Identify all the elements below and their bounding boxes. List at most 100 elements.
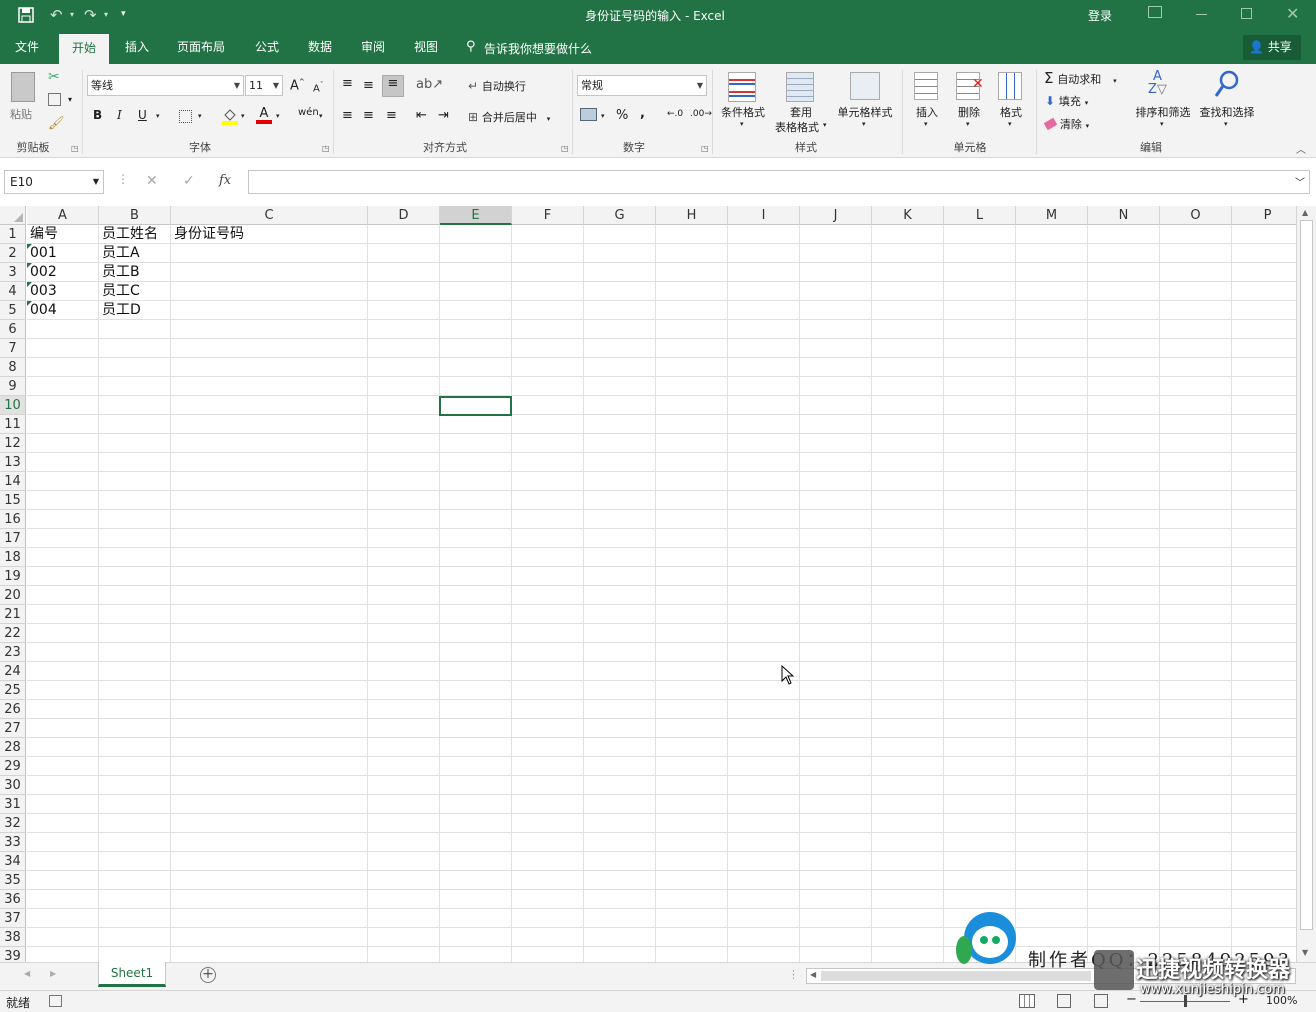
clear-dropdown-icon[interactable]: ▾ xyxy=(1086,122,1090,130)
row-header[interactable]: 1 xyxy=(0,225,26,244)
cell-b4[interactable]: 员工C xyxy=(99,282,140,301)
align-middle-icon[interactable]: ≡ xyxy=(363,78,374,93)
align-right-icon[interactable]: ≡ xyxy=(386,108,397,123)
scroll-left-icon[interactable]: ◀ xyxy=(810,970,816,979)
row-header[interactable]: 7 xyxy=(0,339,26,358)
row-header[interactable]: 34 xyxy=(0,852,26,871)
minimize-icon[interactable] xyxy=(1196,14,1207,15)
row-header[interactable]: 37 xyxy=(0,909,26,928)
row-header[interactable]: 12 xyxy=(0,434,26,453)
row-header[interactable]: 9 xyxy=(0,377,26,396)
tab-formulas[interactable]: 公式 xyxy=(246,30,288,64)
row-header[interactable]: 22 xyxy=(0,624,26,643)
row-header[interactable]: 5 xyxy=(0,301,26,320)
row-header[interactable]: 20 xyxy=(0,586,26,605)
fill-color-dropdown-icon[interactable]: ▾ xyxy=(241,112,245,120)
row-header[interactable]: 15 xyxy=(0,491,26,510)
fill-button[interactable]: ⬇ 填充 ▾ xyxy=(1045,93,1088,111)
underline-button[interactable]: U xyxy=(138,108,147,122)
align-left-icon[interactable]: ≡ xyxy=(342,108,353,123)
next-sheet-icon[interactable]: ▶ xyxy=(50,969,56,978)
row-header[interactable]: 6 xyxy=(0,320,26,339)
find-select-button[interactable]: 查找和选择 ▾ xyxy=(1196,70,1258,132)
row-header[interactable]: 32 xyxy=(0,814,26,833)
phonetic-icon[interactable]: wén xyxy=(298,107,319,118)
autosum-button[interactable]: Σ 自动求和 ▾ xyxy=(1044,69,1117,87)
phonetic-dropdown-icon[interactable]: ▾ xyxy=(319,112,323,120)
cell-b1[interactable]: 员工姓名 xyxy=(99,225,158,244)
autosum-dropdown-icon[interactable]: ▾ xyxy=(1113,77,1117,85)
row-header[interactable]: 28 xyxy=(0,738,26,757)
customize-qat-icon[interactable]: ▾ xyxy=(121,9,126,19)
name-box[interactable]: E10 ▼ xyxy=(4,170,104,194)
expand-formula-icon[interactable]: ﹀ xyxy=(1295,174,1305,189)
decrease-indent-icon[interactable]: ⇤ xyxy=(416,108,427,123)
row-header[interactable]: 14 xyxy=(0,472,26,491)
percent-button[interactable]: % xyxy=(616,108,628,123)
row-header[interactable]: 24 xyxy=(0,662,26,681)
cell-styles-button[interactable]: 单元格样式 ▾ xyxy=(832,70,898,132)
row-header[interactable]: 8 xyxy=(0,358,26,377)
row-header[interactable]: 39 xyxy=(0,947,26,962)
prev-sheet-icon[interactable]: ◀ xyxy=(24,969,30,978)
sheet-tab[interactable]: Sheet1 xyxy=(98,962,166,987)
scroll-up-icon[interactable]: ▲ xyxy=(1302,208,1308,217)
share-button[interactable]: 👤 共享 xyxy=(1243,35,1301,60)
column-header-n[interactable]: N xyxy=(1088,206,1160,225)
row-header[interactable]: 31 xyxy=(0,795,26,814)
column-header-g[interactable]: G xyxy=(584,206,656,225)
column-header-a[interactable]: A xyxy=(27,206,99,225)
row-header[interactable]: 2 xyxy=(0,244,26,263)
accounting-format-icon[interactable] xyxy=(580,108,597,121)
tab-insert[interactable]: 插入 xyxy=(116,30,158,64)
wrap-text-button[interactable]: ↵ 自动换行 xyxy=(468,78,526,96)
tab-home[interactable]: 开始 xyxy=(59,34,109,64)
conditional-formatting-button[interactable]: 条件格式 ▾ xyxy=(716,70,770,132)
save-icon[interactable] xyxy=(18,7,34,23)
column-header-k[interactable]: K xyxy=(872,206,944,225)
font-size-select[interactable]: 11 ▼ xyxy=(245,75,283,96)
row-header[interactable]: 10 xyxy=(0,396,26,415)
tab-file[interactable]: 文件 xyxy=(6,30,48,64)
alignment-launcher-icon[interactable]: ◳ xyxy=(561,144,569,153)
formula-input[interactable]: ﹀ xyxy=(248,170,1310,194)
row-header[interactable]: 23 xyxy=(0,643,26,662)
row-header[interactable]: 25 xyxy=(0,681,26,700)
insert-function-icon[interactable]: fx xyxy=(219,173,231,188)
cell-b3[interactable]: 员工B xyxy=(99,263,140,282)
cell-c1[interactable]: 身份证号码 xyxy=(171,225,244,244)
row-header[interactable]: 16 xyxy=(0,510,26,529)
enter-icon[interactable]: ✓ xyxy=(183,173,195,189)
row-header[interactable]: 26 xyxy=(0,700,26,719)
row-header[interactable]: 19 xyxy=(0,567,26,586)
decrease-font-size-button[interactable]: Aˇ xyxy=(313,81,323,94)
copy-dropdown-icon[interactable]: ▾ xyxy=(68,95,72,104)
collapse-ribbon-icon[interactable]: ︿ xyxy=(1296,141,1306,156)
error-indicator-icon[interactable] xyxy=(27,244,32,249)
error-indicator-icon[interactable] xyxy=(27,282,32,287)
column-header-o[interactable]: O xyxy=(1160,206,1232,225)
scroll-thumb[interactable] xyxy=(1300,220,1313,930)
tab-view[interactable]: 视图 xyxy=(405,30,447,64)
tab-page-layout[interactable]: 页面布局 xyxy=(168,30,234,64)
format-cells-button[interactable]: 格式 ▾ xyxy=(992,70,1030,132)
font-name-select[interactable]: 等线 ▼ xyxy=(87,75,244,96)
sort-filter-button[interactable]: A Z▽ 排序和筛选 ▾ xyxy=(1132,70,1194,132)
align-center-icon[interactable]: ≡ xyxy=(363,108,374,123)
row-header[interactable]: 38 xyxy=(0,928,26,947)
macro-record-icon[interactable] xyxy=(49,995,62,1007)
add-sheet-icon[interactable]: + xyxy=(200,967,216,983)
row-header[interactable]: 36 xyxy=(0,890,26,909)
merge-center-button[interactable]: ⊞ 合并后居中 ▾ xyxy=(468,109,550,127)
comma-button[interactable]: , xyxy=(640,106,645,121)
redo-icon[interactable]: ↷ xyxy=(84,6,97,24)
column-header-l[interactable]: L xyxy=(944,206,1016,225)
row-header[interactable]: 4 xyxy=(0,282,26,301)
close-icon[interactable]: ✕ xyxy=(1286,4,1299,23)
align-top-icon[interactable]: ≡ xyxy=(342,76,353,91)
bold-button[interactable]: B xyxy=(93,108,102,122)
column-header-p[interactable]: P xyxy=(1232,206,1296,225)
column-header-c[interactable]: C xyxy=(171,206,368,225)
row-header[interactable]: 30 xyxy=(0,776,26,795)
insert-cells-button[interactable]: 插入 ▾ xyxy=(908,70,946,132)
